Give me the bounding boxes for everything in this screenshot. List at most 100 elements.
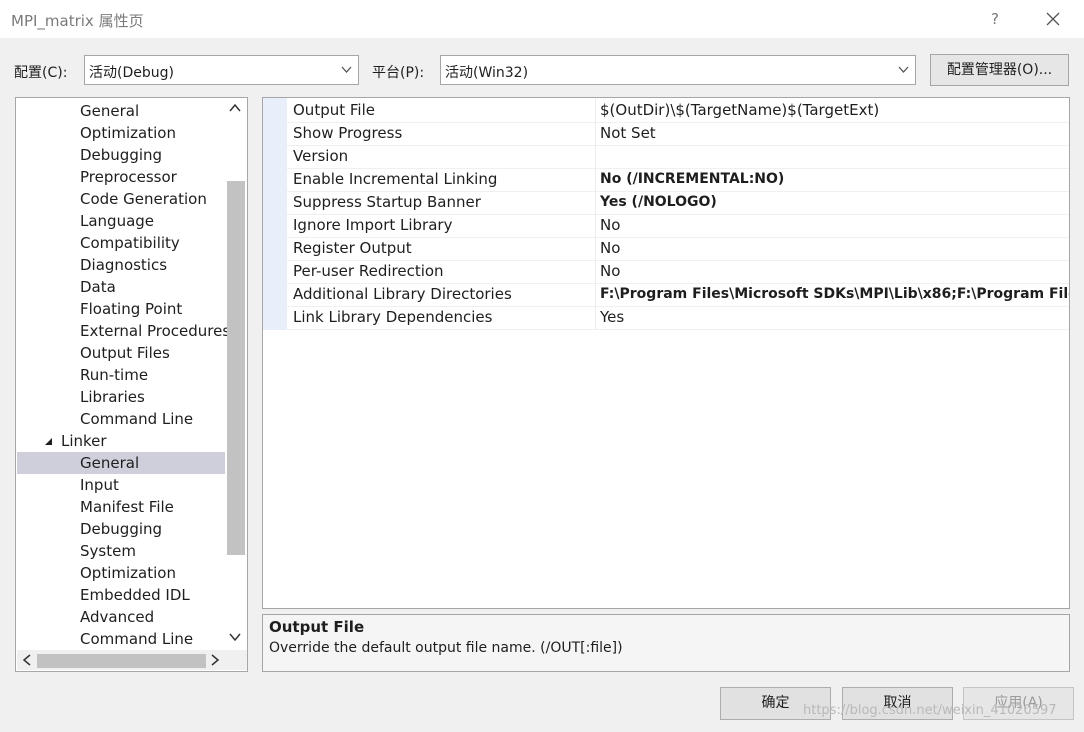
tree-item[interactable]: Libraries	[17, 386, 225, 408]
property-row[interactable]: Enable Incremental Linking No (/INCREMENT…	[287, 168, 1069, 192]
column-separator	[595, 99, 596, 122]
property-row[interactable]: Version	[287, 145, 1069, 169]
close-icon	[1046, 12, 1060, 26]
property-name: Enable Incremental Linking	[293, 170, 498, 188]
description-title: Output File	[269, 618, 365, 636]
property-value[interactable]: Yes (/NOLOGO)	[600, 191, 717, 214]
property-row[interactable]: Link Library Dependencies Yes	[287, 306, 1069, 330]
tree-item[interactable]: General	[17, 100, 225, 122]
tree-item[interactable]: System	[17, 540, 225, 562]
tree-item[interactable]: Language	[17, 210, 225, 232]
tree-item[interactable]: Optimization	[17, 562, 225, 584]
tree-item[interactable]: Command Line	[17, 408, 225, 430]
property-value[interactable]: No	[600, 237, 620, 260]
tree-item-label: Optimization	[80, 124, 176, 142]
platform-select-value: 活动(Win32)	[445, 65, 529, 81]
column-separator	[595, 145, 596, 168]
tree-item-label: Data	[80, 278, 116, 296]
tree-item[interactable]: General	[17, 452, 225, 474]
property-name: Version	[293, 147, 349, 165]
property-value[interactable]: No (/INCREMENTAL:NO)	[600, 168, 784, 191]
tree-item-label: Debugging	[80, 520, 163, 538]
tree-item[interactable]: Advanced	[17, 606, 225, 628]
column-separator	[595, 214, 596, 237]
scroll-down-icon[interactable]	[229, 632, 241, 642]
property-grid[interactable]: Output File $(OutDir)\$(TargetName)$(Targ…	[262, 97, 1070, 609]
config-select[interactable]: 活动(Debug)	[84, 55, 359, 85]
help-button[interactable]: ?	[978, 6, 1012, 32]
column-separator	[595, 283, 596, 306]
tree-item-label: Command Line	[80, 410, 194, 428]
tree-item[interactable]: Code Generation	[17, 188, 225, 210]
tree-item[interactable]: Linker	[17, 430, 225, 452]
property-name: Suppress Startup Banner	[293, 193, 481, 211]
tree-item-label: Command Line	[80, 630, 194, 648]
grid-gutter	[263, 98, 287, 330]
watermark: https://blog.csdn.net/weixin_41020597	[803, 703, 1057, 718]
tree-item[interactable]: Debugging	[17, 144, 225, 166]
chevron-down-icon	[898, 66, 909, 73]
config-select-value: 活动(Debug)	[89, 65, 174, 81]
property-row[interactable]: Additional Library Directories F:\Program…	[287, 283, 1069, 307]
tree-item[interactable]: Compatibility	[17, 232, 225, 254]
tree-item-label: Debugging	[80, 146, 163, 164]
tree-item-label: Linker	[61, 432, 107, 450]
property-value[interactable]: No	[600, 260, 620, 283]
tree-item-label: System	[80, 542, 136, 560]
tree-item[interactable]: Data	[17, 276, 225, 298]
tree-item[interactable]: Embedded IDL	[17, 584, 225, 606]
close-button[interactable]	[1030, 6, 1076, 32]
tree-item[interactable]: External Procedures	[17, 320, 230, 342]
chevron-down-icon	[341, 66, 352, 73]
tree-item[interactable]: Output Files	[17, 342, 225, 364]
tree-item-label: Advanced	[80, 608, 155, 626]
configuration-manager-button[interactable]: 配置管理器(O)...	[930, 54, 1069, 86]
expanded-triangle-icon[interactable]	[44, 437, 53, 446]
property-value[interactable]: F:\Program Files\Microsoft SDKs\MPI\Lib\…	[600, 283, 1069, 306]
property-row[interactable]: Suppress Startup Banner Yes (/NOLOGO)	[287, 191, 1069, 215]
property-value[interactable]: $(OutDir)\$(TargetName)$(TargetExt)	[600, 99, 879, 122]
tree-item-label: General	[80, 102, 140, 120]
property-tree[interactable]: General Optimization Debugging Preprocessor…	[15, 97, 248, 672]
property-name: Additional Library Directories	[293, 285, 512, 303]
tree-item[interactable]: Debugging	[17, 518, 225, 540]
tree-item-label: Manifest File	[80, 498, 174, 516]
scroll-up-icon[interactable]	[229, 103, 241, 113]
tree-horizontal-scroll-thumb[interactable]	[37, 654, 206, 668]
tree-item[interactable]: Manifest File	[17, 496, 225, 518]
property-value[interactable]: No	[600, 214, 620, 237]
tree-item-label: Embedded IDL	[80, 586, 190, 604]
tree-item[interactable]: Run-time	[17, 364, 225, 386]
property-row[interactable]: Register Output No	[287, 237, 1069, 261]
platform-label: 平台(P):	[372, 65, 425, 81]
property-name: Ignore Import Library	[293, 216, 453, 234]
scroll-left-icon[interactable]	[22, 654, 32, 666]
scroll-right-icon[interactable]	[210, 654, 220, 666]
tree-item[interactable]: Optimization	[17, 122, 225, 144]
property-row[interactable]: Show Progress Not Set	[287, 122, 1069, 146]
column-separator	[595, 306, 596, 329]
property-row[interactable]: Per-user Redirection No	[287, 260, 1069, 284]
column-separator	[595, 122, 596, 145]
title-bar: MPI_matrix 属性页 ?	[0, 0, 1084, 38]
tree-item-label: Diagnostics	[80, 256, 168, 274]
tree-item-label: Floating Point	[80, 300, 183, 318]
tree-vertical-scroll-thumb[interactable]	[227, 181, 245, 555]
property-row[interactable]: Output File $(OutDir)\$(TargetName)$(Targ…	[287, 99, 1069, 123]
tree-item-label: Input	[80, 476, 119, 494]
tree-item-label: Optimization	[80, 564, 176, 582]
platform-select[interactable]: 活动(Win32)	[440, 55, 916, 85]
tree-item[interactable]: Preprocessor	[17, 166, 225, 188]
property-row[interactable]: Ignore Import Library No	[287, 214, 1069, 238]
column-separator	[595, 260, 596, 283]
tree-item[interactable]: Input	[17, 474, 225, 496]
tree-item[interactable]: Command Line	[17, 628, 225, 650]
tree-item-label: Language	[80, 212, 155, 230]
property-value[interactable]: Not Set	[600, 122, 656, 145]
property-name: Link Library Dependencies	[293, 308, 493, 326]
property-name: Per-user Redirection	[293, 262, 444, 280]
tree-item[interactable]: Floating Point	[17, 298, 225, 320]
tree-item[interactable]: Diagnostics	[17, 254, 225, 276]
property-name: Register Output	[293, 239, 412, 257]
property-value[interactable]: Yes	[600, 306, 624, 329]
